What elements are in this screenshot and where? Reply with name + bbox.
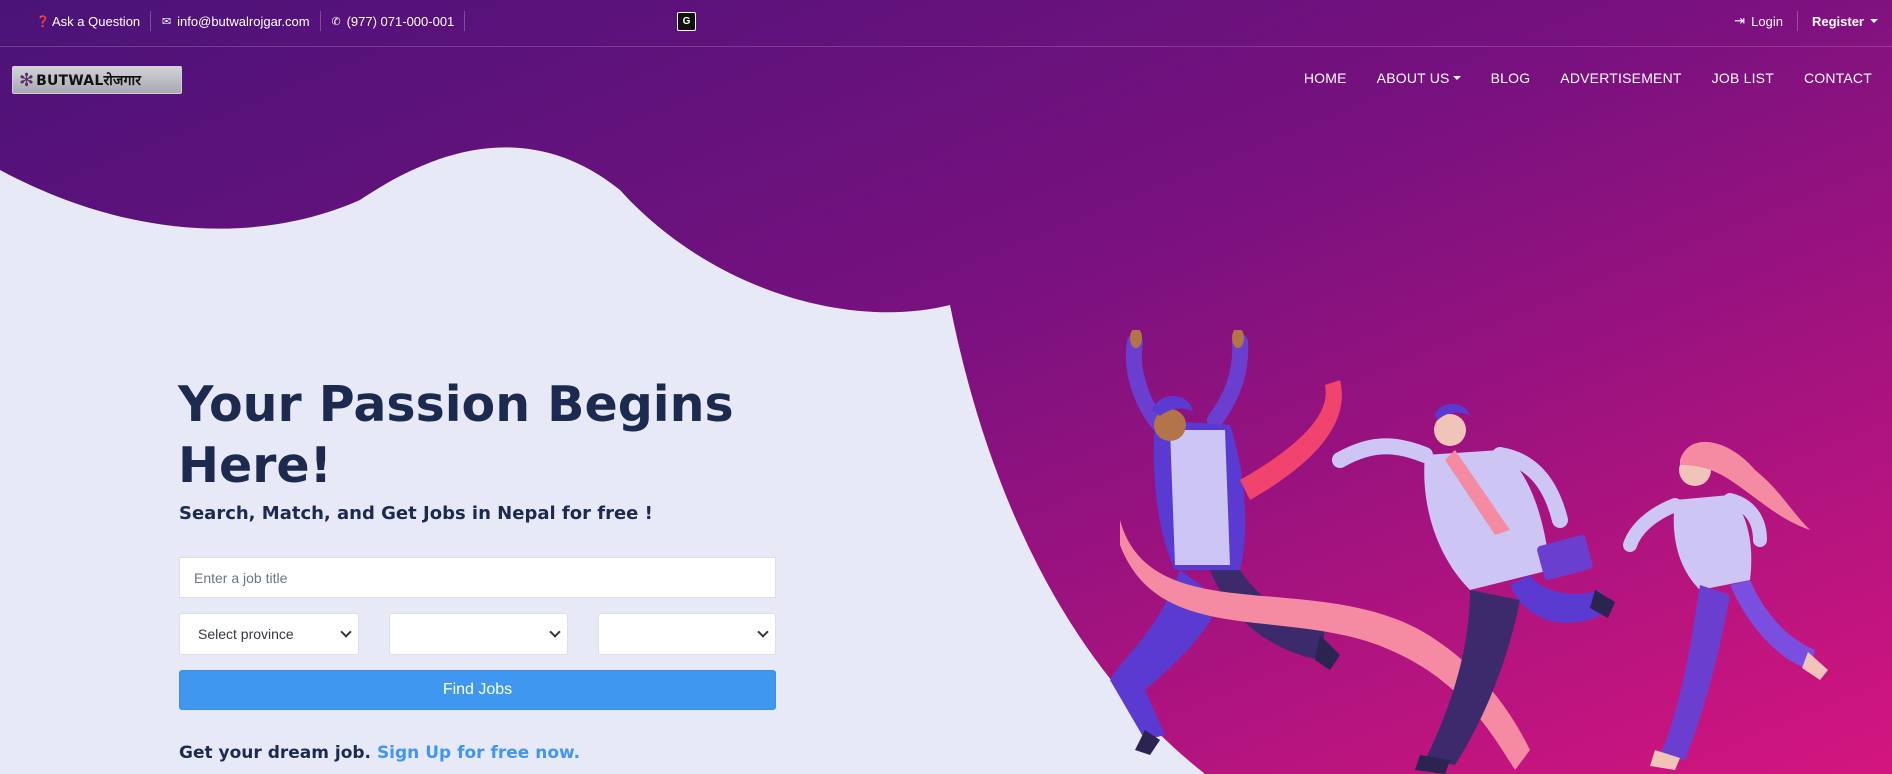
hero-subtitle: Search, Match, and Get Jobs in Nepal for… — [179, 503, 653, 524]
google-translate-icon[interactable]: G — [677, 12, 696, 31]
main-nav: HOME ABOUT US BLOG ADVERTISEMENT JOB LIS… — [1304, 66, 1872, 90]
caret-down-icon — [1452, 76, 1461, 80]
sign-in-icon: ⇥ — [1734, 13, 1746, 28]
ask-question-link[interactable]: ❓ Ask a Question — [26, 11, 152, 31]
site-logo[interactable]: ✻ BUTWALरोजगार — [12, 66, 182, 94]
person-running-woman — [1623, 441, 1828, 770]
province-select[interactable]: Select province — [179, 613, 359, 655]
running-people-illustration — [1110, 330, 1828, 774]
job-title-input[interactable] — [179, 557, 776, 598]
chevron-down-icon — [549, 626, 561, 638]
person-with-briefcase — [1332, 403, 1615, 774]
logo-star-icon: ✻ — [19, 70, 35, 90]
nav-contact[interactable]: CONTACT — [1804, 70, 1872, 86]
signup-link[interactable]: Sign Up for free now. — [377, 743, 580, 763]
caret-down-icon — [1870, 19, 1878, 23]
district-select[interactable] — [389, 613, 568, 655]
city-select[interactable] — [598, 613, 776, 655]
top-bar: ❓ Ask a Question ✉ info@butwalrojgar.com… — [0, 0, 1892, 47]
envelope-icon: ✉ — [162, 15, 172, 28]
find-jobs-button[interactable]: Find Jobs — [179, 670, 776, 710]
nav-blog[interactable]: BLOG — [1491, 70, 1531, 86]
chevron-down-icon — [340, 626, 352, 638]
email-label: info@butwalrojgar.com — [177, 13, 310, 29]
phone-link[interactable]: ✆ (977) 071-000-001 — [321, 11, 466, 31]
logo-text: BUTWALरोजगार — [36, 72, 142, 89]
nav-about-us-label: ABOUT US — [1376, 70, 1450, 86]
chevron-down-icon — [757, 626, 769, 638]
ask-question-label: Ask a Question — [52, 13, 141, 29]
login-label: Login — [1751, 13, 1783, 29]
nav-home[interactable]: HOME — [1304, 70, 1347, 86]
register-dropdown[interactable]: Register — [1798, 14, 1878, 29]
nav-job-list[interactable]: JOB LIST — [1712, 70, 1774, 86]
dream-text: Get your dream job. — [179, 743, 372, 763]
nav-advertisement[interactable]: ADVERTISEMENT — [1560, 70, 1681, 86]
login-link[interactable]: ⇥ Login — [1734, 11, 1798, 31]
signup-prompt: Get your dream job. Sign Up for free now… — [179, 743, 580, 763]
register-label: Register — [1811, 13, 1864, 29]
person-celebrating — [1110, 330, 1340, 755]
nav-about-us[interactable]: ABOUT US — [1377, 70, 1461, 86]
email-link[interactable]: ✉ info@butwalrojgar.com — [151, 11, 321, 31]
province-select-value: Select province — [198, 626, 294, 642]
hero-title: Your Passion Begins Here! — [178, 376, 734, 494]
phone-label: (977) 071-000-001 — [346, 13, 455, 29]
question-circle-icon: ❓ — [36, 15, 50, 28]
phone-icon: ✆ — [331, 15, 341, 28]
